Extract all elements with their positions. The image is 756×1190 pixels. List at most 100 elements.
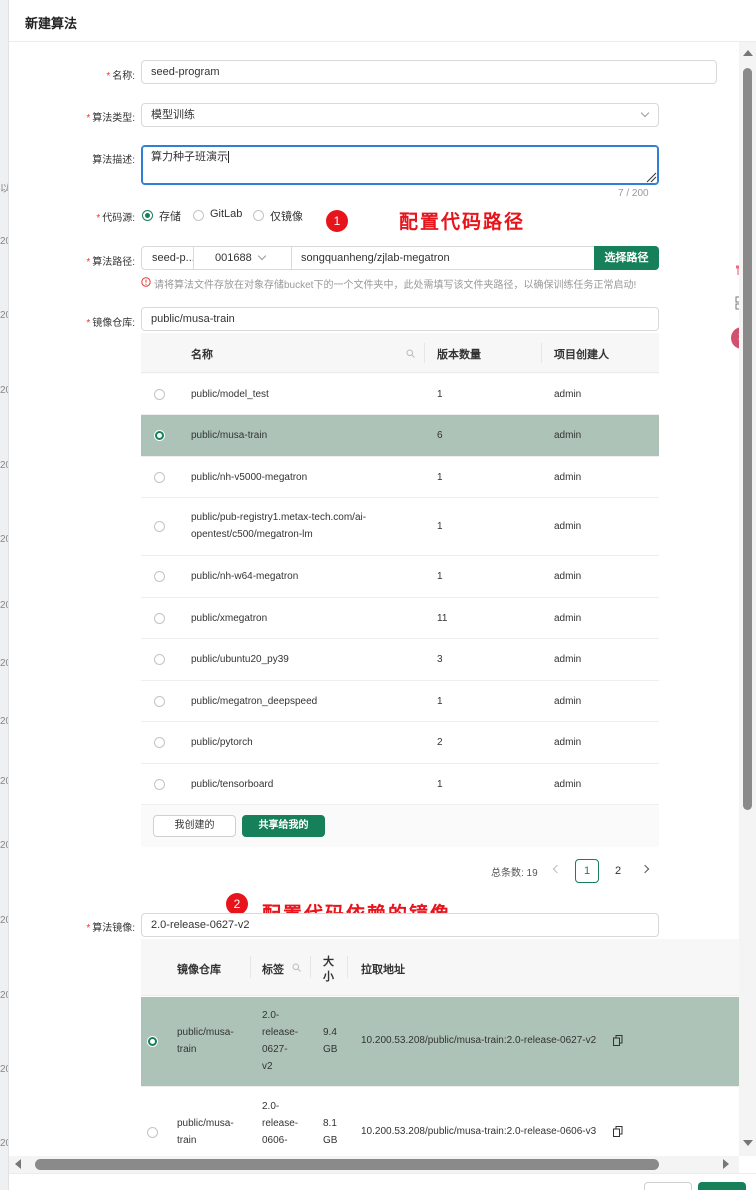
page-2-button[interactable]: 2 (606, 859, 630, 883)
row-radio[interactable] (154, 613, 165, 624)
horizontal-scrollbar[interactable] (9, 1156, 739, 1173)
row-radio[interactable] (154, 472, 165, 483)
cell-tag-line2: release- (262, 1027, 299, 1038)
select-path-button[interactable]: 选择路径 (594, 246, 659, 270)
image-row[interactable]: public/musa- train 2.0- release- 0606- 8… (141, 1087, 739, 1156)
strip-mark: 20 (0, 236, 8, 247)
cell-name: public/nh-w64-megatron (191, 571, 299, 582)
cell-versions: 1 (437, 472, 443, 483)
col-divider (250, 956, 251, 978)
confirm-button[interactable] (698, 1182, 746, 1190)
strip-mark: 20 (0, 600, 8, 611)
radio-storage[interactable] (142, 210, 153, 221)
table-row[interactable]: public/model_test 1 admin (141, 374, 659, 415)
cell-url: 10.200.53.208/public/musa-train:2.0-rele… (361, 1035, 597, 1046)
table-row[interactable]: public/ubuntu20_py39 3 admin (141, 639, 659, 681)
image-input[interactable]: 2.0-release-0627-v2 (141, 913, 659, 937)
cell-size-line1: 8.1 (323, 1118, 337, 1129)
row-radio[interactable] (154, 430, 165, 441)
scroll-up-icon[interactable] (743, 50, 753, 56)
strip-mark: 20 (0, 534, 8, 545)
col-name: 名称 (191, 349, 213, 361)
table-row[interactable]: public/xmegatron 11 admin (141, 598, 659, 639)
page-1-button[interactable]: 1 (575, 859, 599, 883)
bucket-select[interactable]: seed-p... (141, 246, 194, 270)
radio-gitlab[interactable] (193, 210, 204, 221)
row-radio[interactable] (154, 389, 165, 400)
path-label: * 算法路径: (86, 257, 135, 268)
dialog-title: 新建算法 (25, 16, 78, 31)
row-radio[interactable] (147, 1127, 158, 1138)
search-icon[interactable] (292, 963, 301, 972)
cell-creator: admin (554, 430, 582, 441)
tab-my-created[interactable]: 我创建的 (153, 815, 236, 837)
name-input[interactable]: seed-program (141, 60, 717, 84)
chevron-left-icon[interactable] (552, 864, 562, 874)
cell-versions: 1 (437, 779, 443, 790)
cell-tag-line3: 0606- (262, 1135, 288, 1146)
horizontal-scroll-thumb[interactable] (35, 1159, 659, 1170)
info-circle-icon (141, 277, 151, 287)
tab-shared-with-me[interactable]: 共享给我的 (242, 815, 325, 837)
repo-table: 名称 版本数量 项目创建人 public/model_test 1 admin … (141, 333, 659, 847)
cell-name: public/xmegatron (191, 613, 268, 624)
copy-icon[interactable] (613, 1035, 623, 1046)
scroll-right-icon[interactable] (723, 1159, 729, 1169)
resize-handle-icon[interactable] (645, 171, 657, 183)
cell-size-line2: GB (323, 1135, 338, 1146)
repo-input[interactable]: public/musa-train (141, 307, 659, 331)
row-radio[interactable] (147, 1036, 158, 1047)
table-row[interactable]: public/nh-w64-megatron 1 admin (141, 556, 659, 598)
radio-image-only[interactable] (253, 210, 264, 221)
row-radio[interactable] (154, 737, 165, 748)
cell-repo-line1: public/musa- (177, 1027, 234, 1038)
cancel-button[interactable] (644, 1182, 692, 1190)
table-row[interactable]: public/nh-v5000-megatron 1 admin (141, 457, 659, 498)
cell-creator: admin (554, 737, 582, 748)
vertical-scrollbar[interactable] (739, 42, 756, 1156)
pagination-total: 总条数: 19 (491, 868, 538, 879)
strip-mark: 20 (0, 990, 8, 1001)
scroll-left-icon[interactable] (15, 1159, 21, 1169)
type-select[interactable]: 模型训练 (141, 103, 659, 127)
strip-mark: 20 (0, 658, 8, 669)
desc-textarea[interactable]: 算力种子班演示 (141, 145, 659, 185)
chevron-right-icon[interactable] (640, 864, 650, 874)
annotation-badge-1: 1 (326, 210, 348, 232)
cell-versions: 1 (437, 389, 443, 400)
cell-repo-line1: public/musa- (177, 1118, 234, 1129)
row-radio[interactable] (154, 654, 165, 665)
dialog-header: 新建算法 (9, 0, 756, 42)
table-row[interactable]: public/tensorboard 1 admin (141, 764, 659, 805)
table-row[interactable]: public/pub-registry1.metax-tech.com/ai- … (141, 498, 659, 556)
table-row[interactable]: public/pytorch 2 admin (141, 722, 659, 764)
cell-creator: admin (554, 654, 582, 665)
dialog-footer (9, 1173, 756, 1190)
cell-repo-line2: train (177, 1044, 197, 1055)
cell-name: public/ubuntu20_py39 (191, 654, 289, 665)
row-radio[interactable] (154, 571, 165, 582)
search-icon[interactable] (406, 349, 415, 358)
col-divider (347, 956, 348, 978)
row-radio[interactable] (154, 779, 165, 790)
cell-tag-line3: 0627- (262, 1044, 288, 1055)
table-row-selected[interactable]: public/musa-train 6 admin (141, 415, 659, 457)
cell-name: public/pytorch (191, 737, 253, 748)
row-radio[interactable] (154, 521, 165, 532)
image-row-selected[interactable]: public/musa- train 2.0- release- 0627- v… (141, 997, 739, 1087)
cell-creator: admin (554, 779, 582, 790)
scroll-down-icon[interactable] (743, 1140, 753, 1146)
strip-mark: 以 (0, 184, 9, 195)
radio-image-only-label: 仅镜像 (270, 211, 303, 223)
vertical-scroll-thumb[interactable] (743, 68, 752, 810)
row-radio[interactable] (154, 696, 165, 707)
cell-url: 10.200.53.208/public/musa-train:2.0-rele… (361, 1126, 597, 1137)
col-tag: 标签 (262, 964, 284, 976)
table-row[interactable]: public/megatron_deepspeed 1 admin (141, 681, 659, 722)
id-select[interactable]: 001688 (193, 246, 292, 270)
cell-name-line1: public/pub-registry1.metax-tech.com/ai- (191, 512, 367, 523)
name-label: * 名称: (106, 71, 135, 82)
cell-name: public/nh-v5000-megatron (191, 472, 308, 483)
path-input[interactable]: songquanheng/zjlab-megatron (291, 246, 596, 270)
copy-icon[interactable] (613, 1126, 623, 1137)
